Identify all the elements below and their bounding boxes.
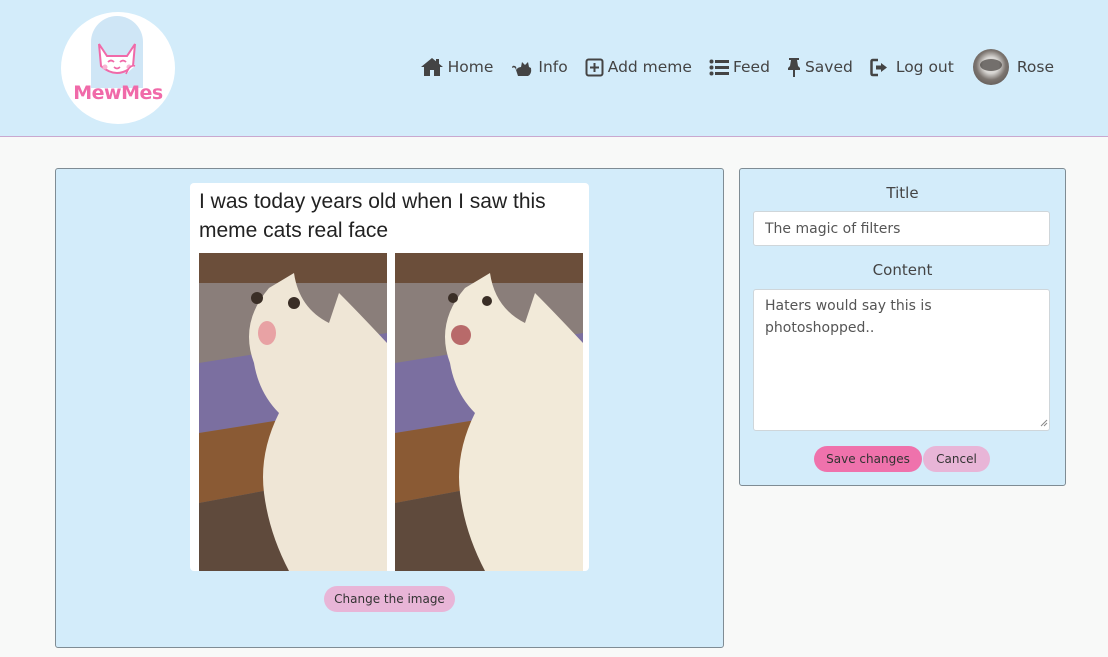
meme-card: I was today years old when I saw this me…: [55, 168, 724, 648]
nav-home-label: Home: [447, 58, 494, 76]
nav-saved-label: Saved: [804, 58, 853, 76]
nav-username: Rose: [1016, 58, 1054, 76]
nav-home[interactable]: Home: [420, 57, 494, 77]
avatar: [972, 49, 1009, 85]
meme-image: I was today years old when I saw this me…: [190, 183, 589, 571]
nav-logout[interactable]: Log out: [870, 58, 954, 77]
nav-saved[interactable]: Saved: [787, 57, 853, 77]
plus-square-icon: [585, 58, 604, 76]
nav-feed-label: Feed: [732, 58, 770, 76]
resize-grip-icon[interactable]: [1038, 417, 1048, 427]
change-image-button[interactable]: Change the image: [324, 586, 455, 612]
house-icon: [420, 58, 443, 76]
cat-photo-right: [395, 253, 583, 571]
navbar: MewMes Home Info Add meme Feed Saved Log…: [0, 0, 1108, 137]
nav-links: Home Info Add meme Feed Saved Log out Ro…: [420, 48, 1054, 86]
cat-photo-left: [199, 253, 387, 571]
nav-info[interactable]: Info: [510, 56, 568, 78]
nav-logout-label: Log out: [895, 58, 954, 76]
save-changes-button[interactable]: Save changes: [814, 446, 922, 472]
content-label: Content: [872, 261, 933, 279]
nav-add-meme[interactable]: Add meme: [585, 58, 692, 77]
brand-logo[interactable]: MewMes: [61, 12, 175, 124]
brand-name: MewMes: [73, 82, 163, 104]
meme-caption: I was today years old when I saw this me…: [199, 190, 546, 242]
title-input[interactable]: [753, 211, 1050, 246]
title-label: Title: [886, 184, 919, 202]
logo-cat-icon: [98, 43, 136, 75]
edit-form-card: Title Content Haters would say this is p…: [739, 168, 1066, 486]
cat-icon: [512, 62, 532, 76]
nav-info-label: Info: [538, 58, 568, 76]
nav-add-meme-label: Add meme: [607, 58, 692, 76]
nav-feed[interactable]: Feed: [709, 58, 770, 76]
cancel-button[interactable]: Cancel: [923, 446, 990, 472]
sign-out-icon: [870, 58, 887, 76]
list-icon: [709, 59, 729, 75]
thumbtack-icon: [787, 58, 800, 77]
content-textarea[interactable]: Haters would say this is photoshopped..: [753, 289, 1050, 431]
nav-user[interactable]: Rose: [972, 49, 1054, 85]
